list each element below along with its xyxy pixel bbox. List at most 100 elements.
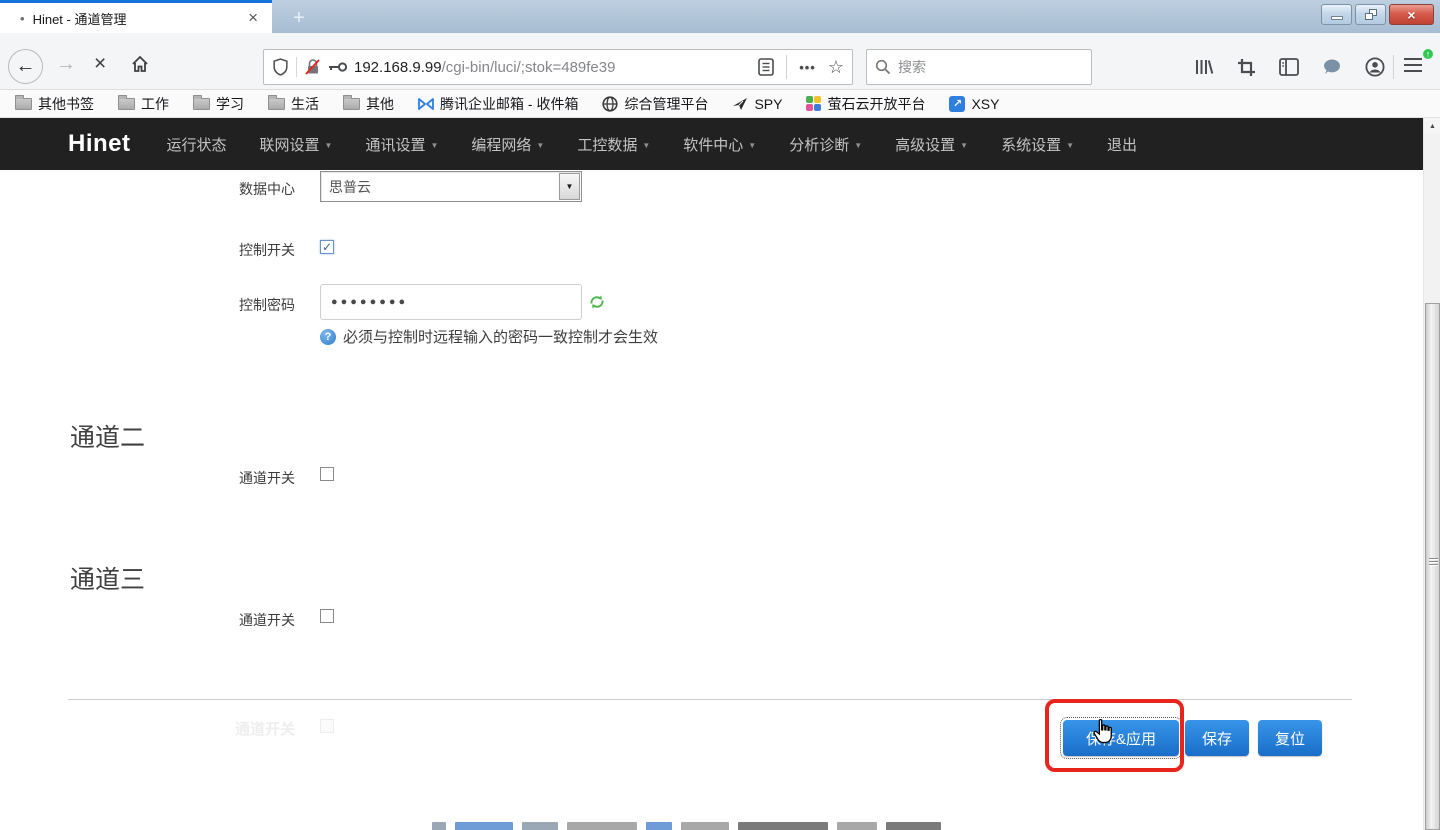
- new-tab-button[interactable]: +: [284, 6, 314, 32]
- nav-item-industrial-data[interactable]: 工控数据▼: [577, 134, 650, 155]
- chevron-down-icon: ▼: [536, 141, 544, 150]
- page-scrollbar[interactable]: ▲: [1423, 118, 1440, 830]
- stop-button[interactable]: ×: [94, 52, 106, 76]
- data-center-select[interactable]: 思普云 ▼: [320, 171, 582, 202]
- folder-icon: [118, 98, 135, 110]
- control-password-input[interactable]: ●●●●●●●●: [320, 284, 582, 320]
- nav-item-diagnostics[interactable]: 分析诊断▼: [789, 134, 862, 155]
- pocket-chat-icon[interactable]: [1322, 58, 1342, 76]
- url-host: 192.168.9.99: [354, 59, 442, 76]
- screenshot-crop-icon[interactable]: [1237, 58, 1256, 77]
- window-controls: ×: [1321, 4, 1434, 25]
- reader-view-icon[interactable]: [758, 58, 774, 76]
- ezviz-grid-icon: [806, 96, 821, 111]
- reset-button[interactable]: 复位: [1258, 720, 1322, 756]
- data-center-value: 思普云: [321, 177, 559, 197]
- chevron-down-icon: ▼: [854, 141, 862, 150]
- bookmark-xsy[interactable]: ↗ XSY: [949, 96, 999, 112]
- control-password-label: 控制密码: [160, 295, 295, 315]
- close-window-icon: ×: [1407, 8, 1415, 22]
- folder-icon: [343, 98, 360, 110]
- tab-close-icon[interactable]: ×: [244, 8, 262, 28]
- tracking-shield-icon[interactable]: [272, 58, 289, 76]
- channel3-title: 通道三: [70, 560, 145, 596]
- nav-item-software-center[interactable]: 软件中心▼: [683, 134, 756, 155]
- site-nav-bar: Hinet 运行状态 联网设置▼ 通讯设置▼ 编程网络▼ 工控数据▼ 软件中心▼…: [0, 118, 1423, 170]
- nav-item-system-settings[interactable]: 系统设置▼: [1001, 134, 1074, 155]
- chevron-down-icon: ▼: [566, 182, 574, 191]
- url-actions-divider: [786, 55, 787, 79]
- bookmark-mgmt-platform[interactable]: 综合管理平台: [602, 94, 708, 114]
- folder-icon: [268, 98, 285, 110]
- bookmark-folder-life[interactable]: 生活: [268, 94, 319, 114]
- ghost-checkbox: [320, 719, 334, 733]
- refresh-password-icon[interactable]: [589, 294, 605, 315]
- bookmark-label: 学习: [216, 94, 244, 114]
- bookmark-label: 其他: [366, 94, 394, 114]
- scrollbar-up-arrow[interactable]: ▲: [1424, 118, 1440, 134]
- page-actions-icon[interactable]: •••: [799, 60, 816, 75]
- nav-item-comm-settings[interactable]: 通讯设置▼: [365, 134, 438, 155]
- search-icon: [875, 59, 891, 75]
- bookmark-label: 综合管理平台: [624, 94, 708, 114]
- bookmark-folder-work[interactable]: 工作: [118, 94, 169, 114]
- window-titlebar: • Hinet - 通道管理 × + ×: [0, 0, 1440, 33]
- search-bar[interactable]: 搜索: [866, 49, 1092, 85]
- page-content: Hinet 运行状态 联网设置▼ 通讯设置▼ 编程网络▼ 工控数据▼ 软件中心▼…: [0, 118, 1423, 830]
- close-window-button[interactable]: ×: [1389, 4, 1434, 25]
- cursor-hand-icon: [1090, 718, 1116, 746]
- insecure-lock-icon[interactable]: [304, 58, 322, 76]
- home-button[interactable]: [130, 54, 150, 74]
- nav-item-logout[interactable]: 退出: [1107, 134, 1137, 155]
- bookmark-spy[interactable]: SPY: [732, 96, 782, 112]
- url-bar[interactable]: 192.168.9.99/cgi-bin/luci/;stok=489fe39 …: [263, 49, 853, 85]
- nav-item-running-status[interactable]: 运行状态: [167, 134, 227, 155]
- url-text[interactable]: 192.168.9.99/cgi-bin/luci/;stok=489fe39: [354, 59, 752, 76]
- nav-item-programming-network[interactable]: 编程网络▼: [471, 134, 544, 155]
- channel3-switch-checkbox[interactable]: [320, 609, 334, 623]
- bookmark-star-icon[interactable]: ☆: [828, 57, 844, 78]
- chevron-down-icon: ▼: [642, 141, 650, 150]
- minimize-icon: [1331, 16, 1343, 20]
- key-icon[interactable]: [328, 61, 348, 73]
- chevron-down-icon: ▼: [325, 141, 333, 150]
- bookmark-label: 生活: [291, 94, 319, 114]
- select-dropdown-button[interactable]: ▼: [559, 173, 580, 200]
- bookmark-ezviz[interactable]: 萤石云开放平台: [806, 94, 925, 114]
- channel3-switch-label: 通道开关: [160, 610, 295, 630]
- bookmark-tencent-mail[interactable]: 腾讯企业邮箱 - 收件箱: [418, 94, 578, 114]
- bookmark-label: 腾讯企业邮箱 - 收件箱: [440, 94, 578, 114]
- nav-item-advanced-settings[interactable]: 高级设置▼: [895, 134, 968, 155]
- sidebar-toggle-icon[interactable]: [1279, 58, 1299, 76]
- bookmark-label: 其他书签: [38, 94, 94, 114]
- channel2-switch-checkbox[interactable]: [320, 467, 334, 481]
- restore-button[interactable]: [1355, 4, 1386, 25]
- channel2-title: 通道二: [70, 418, 145, 454]
- password-help-row: ? 必须与控制时远程输入的密码一致控制才会生效: [320, 326, 658, 347]
- data-center-label: 数据中心: [160, 179, 295, 199]
- tab-title: Hinet - 通道管理: [33, 9, 245, 28]
- toolbar-divider: [1393, 55, 1394, 79]
- nav-item-network-settings[interactable]: 联网设置▼: [260, 134, 333, 155]
- back-button[interactable]: ←: [8, 49, 43, 84]
- bookmark-label: 工作: [141, 94, 169, 114]
- folder-icon: [193, 98, 210, 110]
- bookmark-folder-other-bookmarks[interactable]: 其他书签: [15, 94, 94, 114]
- control-switch-checkbox[interactable]: ✓: [320, 240, 334, 254]
- bookmark-folder-study[interactable]: 学习: [193, 94, 244, 114]
- search-placeholder: 搜索: [898, 57, 926, 77]
- browser-tab-active[interactable]: • Hinet - 通道管理 ×: [0, 0, 272, 33]
- forward-button[interactable]: →: [56, 53, 76, 76]
- library-icon[interactable]: [1194, 57, 1214, 77]
- chevron-down-icon: ▼: [960, 141, 968, 150]
- bookmark-folder-misc[interactable]: 其他: [343, 94, 394, 114]
- account-icon[interactable]: [1365, 57, 1385, 77]
- minimize-button[interactable]: [1321, 4, 1352, 25]
- scrollbar-thumb[interactable]: [1425, 303, 1440, 830]
- home-icon: [130, 54, 150, 74]
- hamburger-menu-button[interactable]: ↑: [1404, 54, 1430, 80]
- update-badge: ↑: [1421, 47, 1435, 61]
- password-help-text: 必须与控制时远程输入的密码一致控制才会生效: [343, 326, 658, 347]
- chevron-down-icon: ▼: [748, 141, 756, 150]
- save-button[interactable]: 保存: [1185, 720, 1249, 756]
